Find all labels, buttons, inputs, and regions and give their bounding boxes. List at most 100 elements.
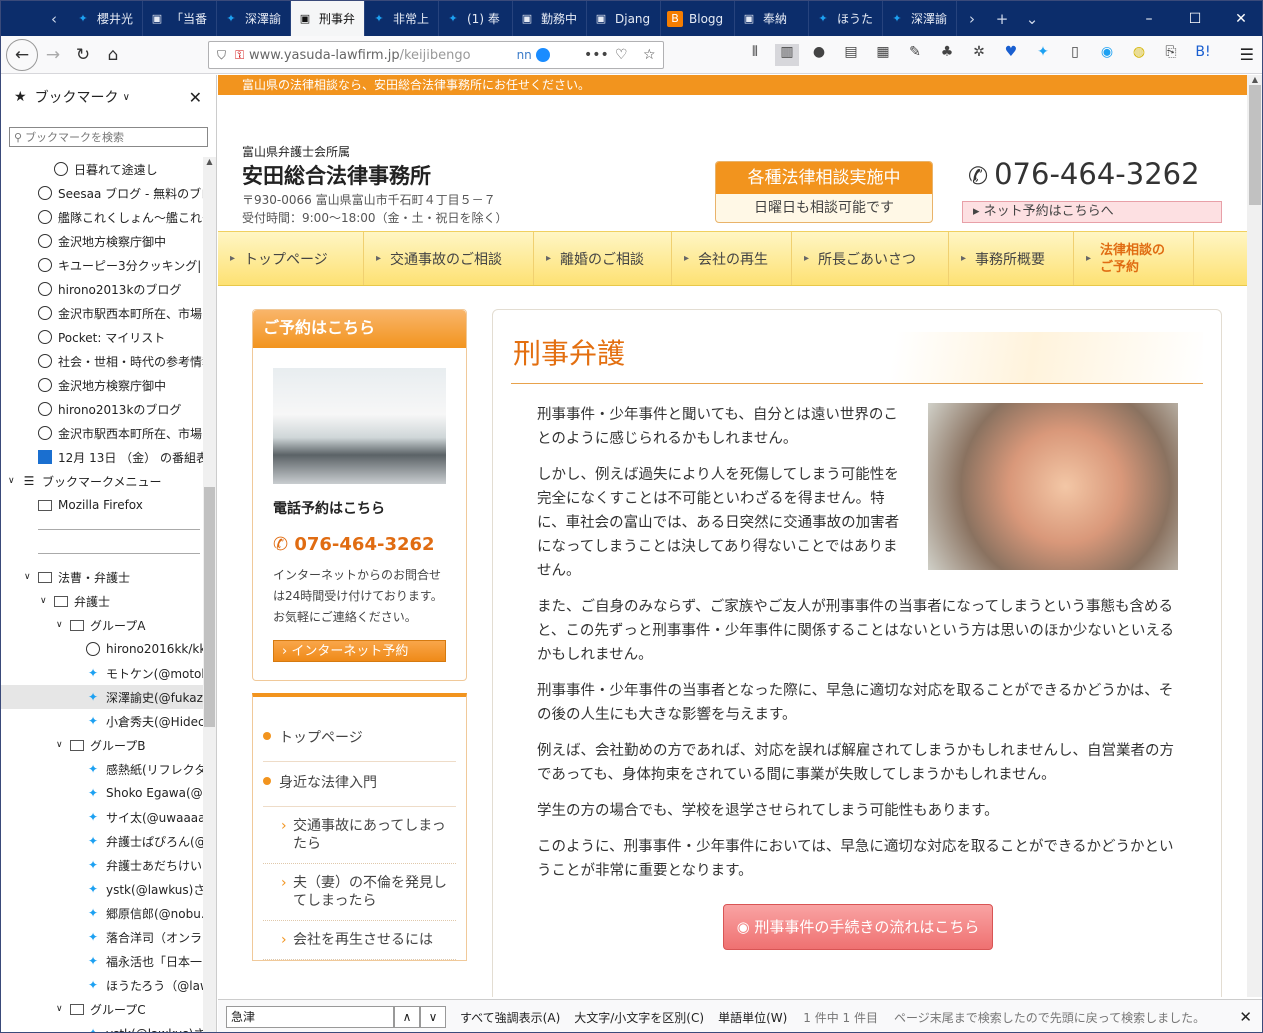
bookmark-item[interactable]: キユーピー3分クッキング|日付別... [1,253,203,277]
bookmark-item[interactable]: hirono2013kのブログ [1,277,203,301]
translate-icon[interactable]: ✲ [967,44,991,66]
side-menu-traffic[interactable]: 交通事故にあってしまったら [263,807,456,864]
sidebar-toggle-icon[interactable]: ▥ [775,44,799,66]
expand-toggle-icon[interactable]: ∨ [8,476,15,486]
paste-icon[interactable]: ⎘ [1159,44,1183,66]
bookmark-item[interactable]: 12月 13日 （金） の番組表 [... [1,445,203,469]
tab-8[interactable]: B Blogg [661,1,735,36]
bookmark-item[interactable]: ∨ 弁護士 [1,589,203,613]
expand-toggle-icon[interactable]: ∨ [24,572,31,582]
maximize-icon[interactable]: ☐ [1172,1,1218,36]
feather-icon[interactable]: ◉ [1095,44,1119,66]
bookmark-item[interactable]: hirono2013kのブログ [1,397,203,421]
vivaldi-icon[interactable]: ♥ [999,44,1023,66]
bookmark-item[interactable]: ✦ 感熱紙(リフレクター... [1,757,203,781]
minimize-icon[interactable]: – [1126,1,1172,36]
close-find-icon[interactable]: ✕ [1239,1008,1252,1026]
insecure-lock-icon[interactable]: ⚿ [235,48,244,63]
find-input[interactable]: 急津 [226,1006,394,1028]
bookmark-item[interactable]: ✦ ystk(@lawkus)さん... [1,1021,203,1032]
bookmark-item[interactable]: Pocket: マイリスト [1,325,203,349]
bookmark-item[interactable]: 艦隊これくしょん～艦これ～ -... [1,205,203,229]
bookmark-item[interactable]: ✦ モトケン(@motoken... [1,661,203,685]
nav-item-4[interactable]: 所長ごあいさつ [792,232,949,285]
side-menu-top[interactable]: トップページ [263,717,456,762]
nav-item-5[interactable]: 事務所概要 [949,232,1074,285]
extension-dot-icon[interactable] [535,48,550,62]
firm-name[interactable]: 安田総合法律事務所 [242,160,431,190]
bookmark-item[interactable]: ✦ 福永活也「日本一... [1,949,203,973]
expand-toggle-icon[interactable]: ∨ [56,740,63,750]
account-icon[interactable]: ● [807,44,831,66]
expand-toggle-icon[interactable]: ∨ [40,596,47,606]
side-menu-affair[interactable]: 夫（妻）の不倫を発見してしまったら [263,864,456,921]
bulb-icon[interactable]: ◍ [1127,44,1151,66]
forward-icon[interactable]: → [38,40,68,70]
nav-item-2[interactable]: 離婚のご相談 [534,232,672,285]
bookmark-item[interactable]: ✦ Shoko Egawa(@a... [1,781,203,805]
page-scrollbar[interactable]: ▲ [1247,75,1262,997]
tab-3[interactable]: ▣ 刑事弁 [291,1,365,36]
back-icon[interactable]: ← [6,38,38,71]
bookmark-item[interactable]: ✦ 弁護士あだちけいた... [1,853,203,877]
close-sidebar-icon[interactable]: ✕ [189,88,202,107]
nav-reserve[interactable]: 法律相談のご予約 [1074,232,1194,285]
bookmark-item[interactable]: ∨ グループA [1,613,203,637]
side-menu-company[interactable]: 会社を再生させるには [263,921,456,960]
evernote-icon[interactable]: ♣ [935,44,959,66]
reader-icon[interactable]: ▤ [839,44,863,66]
bookmark-search-input[interactable]: ⚲ ブックマークを検索 [9,127,208,147]
bookmark-item[interactable]: Mozilla Firefox [1,493,203,517]
tab-7[interactable]: ▣ Djang [587,1,661,36]
expand-toggle-icon[interactable]: ∨ [56,1004,63,1014]
bookmark-item[interactable]: 社会・世相・時代の参考情報 [1,349,203,373]
bookmark-item[interactable]: ✦ 落合洋司（オンライ... [1,925,203,949]
tab-5[interactable]: ✦ (1) 奉 [439,1,513,36]
library-icon[interactable]: ⫴ [743,44,767,66]
tab-9[interactable]: ▣ 奉納 [735,1,809,36]
scroll-up-icon[interactable]: ▲ [203,157,216,166]
tab-6[interactable]: ▣ 勤務中 [513,1,587,36]
net-reserve-button[interactable]: ▸ ネット予約はこちらへ [962,201,1222,223]
bookmark-item[interactable]: ✦ 小倉秀夫(@Hidec... [1,709,203,733]
bookmark-item[interactable]: hirono2016kk/kk2... [1,637,203,661]
nav-item-0[interactable]: トップページ [218,232,364,285]
bookmark-tree[interactable]: 日暮れて途遠し Seesaa ブログ - 無料のブログ... 艦隊これくしょん～艦こ… [1,157,203,1032]
home-icon[interactable]: ⌂ [98,40,128,70]
url-text[interactable]: www.yasuda-lawfirm.jp/keijibengo [249,48,471,63]
list-all-tabs-icon[interactable]: ⌄ [1017,10,1047,28]
tab-11[interactable]: ✦ 深澤諭 [883,1,957,36]
bookmark-item[interactable]: ∨ ☰ ブックマークメニュー [1,469,203,493]
tracking-shield-icon[interactable]: ⛉ [217,48,226,63]
page-scroll-thumb[interactable] [1249,85,1261,205]
tab-4[interactable]: ✦ 非常上 [365,1,439,36]
page-actions-icon[interactable]: ••• [584,47,609,63]
bookmark-item[interactable]: ∨ グループC [1,997,203,1021]
bookmark-item[interactable]: 金沢市駅西本町所在、市場... [1,421,203,445]
pen-icon[interactable]: ✎ [903,44,927,66]
nav-item-3[interactable]: 会社の再生 [672,232,792,285]
tab-10[interactable]: ✦ ほうた [809,1,883,36]
reload-icon[interactable]: ↻ [68,40,98,70]
addon-grid-icon[interactable]: ▦ [871,44,895,66]
pocket-icon[interactable]: ♡ [615,47,628,63]
new-tab-icon[interactable]: + [987,10,1017,28]
bookmark-item[interactable]: ✦ サイ太(@uwaaaa)さ... [1,805,203,829]
internet-reserve-button[interactable]: › インターネット予約 [273,640,446,662]
scroll-tabs-left-icon[interactable]: ‹ [39,10,69,28]
sidebar-header[interactable]: ★ ブックマーク ∨ ✕ [1,75,216,119]
whole-words-checkbox[interactable]: 単語単位(W) [718,1009,787,1026]
expand-toggle-icon[interactable]: ∨ [56,620,63,630]
bookmark-item[interactable]: ✦ 弁護士ぱぴろん(@... [1,829,203,853]
sidebar-scrollbar[interactable]: ▲ [203,157,216,1032]
bookmark-item[interactable]: ✦ 郷原信郎(@nobu... [1,901,203,925]
url-bar[interactable]: ⛉ ⚿ www.yasuda-lawfirm.jp/keijibengo nn … [208,41,664,69]
side-menu-law-intro[interactable]: 身近な法律入門 [263,762,456,807]
scroll-tabs-right-icon[interactable]: › [957,10,987,28]
match-case-checkbox[interactable]: 大文字/小文字を区別(C) [574,1009,704,1026]
menu-icon[interactable]: ☰ [1240,45,1254,64]
bookmark-item[interactable]: ∨ グループB [1,733,203,757]
twitter-ext-icon[interactable]: ✦ [1031,44,1055,66]
nav-item-1[interactable]: 交通事故のご相談 [364,232,534,285]
bookmark-item[interactable]: 金沢市駅西本町所在、市場... [1,301,203,325]
